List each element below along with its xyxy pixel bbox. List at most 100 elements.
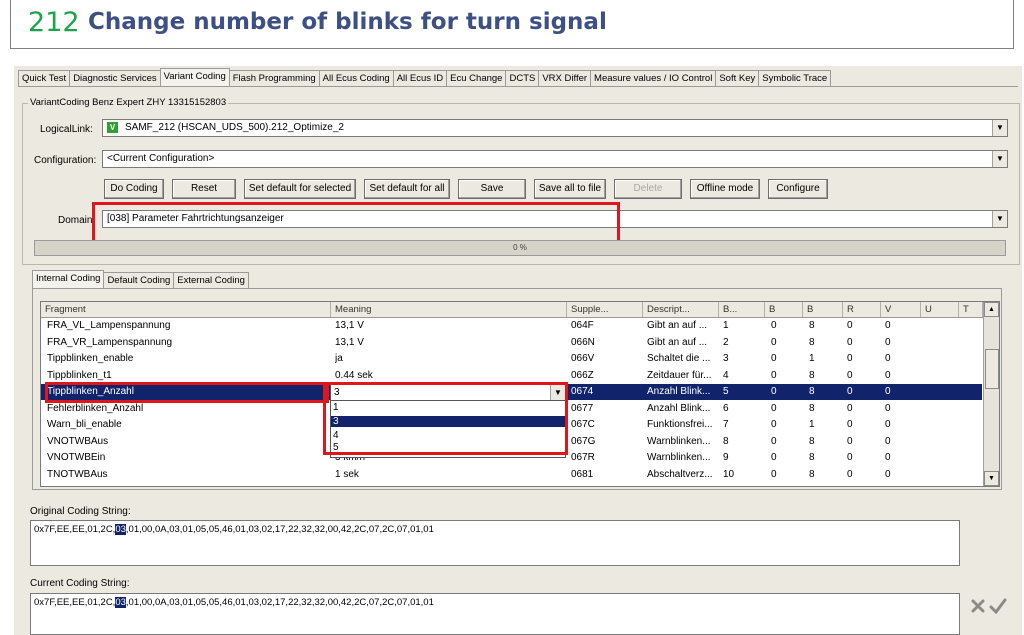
table-cell: 0 [847,435,853,447]
column-header-b3[interactable]: B [803,302,843,317]
tab-quick-test[interactable]: Quick Test [18,70,71,87]
table-cell: 0 [771,402,777,414]
table-cell: 0 [771,353,777,364]
main-tabs: Quick Test Diagnostic Services Variant C… [18,68,832,87]
grid-scrollbar[interactable]: ▲ ▼ [983,302,999,486]
column-header-description[interactable]: Descript... [643,302,719,317]
tab-diagnostic-services[interactable]: Diagnostic Services [69,70,161,87]
scroll-thumb[interactable] [985,349,999,389]
tab-soft-key[interactable]: Soft Key [715,70,760,87]
table-cell: 8 [809,320,815,331]
table-cell: 0 [771,419,777,430]
tab-measure-values[interactable]: Measure values / IO Control [590,70,717,87]
table-cell: 1 [809,353,815,364]
table-cell: 10 [723,468,735,480]
table-cell: 7 [723,419,729,430]
x-icon[interactable] [970,598,986,614]
column-header-b1[interactable]: B... [719,302,765,317]
table-cell: FRA_VL_Lampenspannung [47,320,171,331]
save-button[interactable]: Save [458,179,526,199]
chevron-down-icon[interactable]: ▼ [992,151,1007,167]
table-cell: 066N [571,336,595,348]
current-coding-highlight: 03 [115,597,126,608]
table-cell: 0681 [571,468,594,480]
table-cell: 8 [723,435,729,447]
chevron-down-icon[interactable]: ▼ [992,211,1007,227]
table-cell: 0 [847,320,853,331]
configuration-label: Configuration: [34,155,97,166]
logical-link-select[interactable]: V SAMF_212 (HSCAN_UDS_500).212_Optimize_… [102,119,1008,137]
scroll-down-icon[interactable]: ▼ [984,471,999,486]
tab-default-coding[interactable]: Default Coding [103,272,175,288]
tab-symbolic-trace[interactable]: Symbolic Trace [758,70,832,87]
table-cell: 067C [571,419,595,430]
group-title: VariantCoding Benz Expert ZHY 1331515280… [28,97,229,108]
tab-all-ecus-coding[interactable]: All Ecus Coding [318,70,394,87]
set-default-all-button[interactable]: Set default for all [364,179,450,199]
column-header-fragment[interactable]: Fragment [41,302,331,317]
table-cell: 1 sek [335,468,359,480]
tab-flash-programming[interactable]: Flash Programming [228,70,320,87]
table-cell: 5 [723,386,729,397]
configuration-select[interactable]: <Current Configuration> ▼ [102,150,1008,168]
tab-variant-coding[interactable]: Variant Coding [159,68,230,87]
tab-vrx-differ[interactable]: VRX Differ [538,70,592,87]
table-cell: 8 [809,386,815,397]
column-header-b2[interactable]: B [765,302,803,317]
original-coding-string: 0x7F,EE,EE,01,2C,03,01,00,0A,03,01,05,05… [30,520,960,566]
table-row[interactable]: FRA_VL_Lampenspannung 13,1 V 064F Gibt an a… [41,318,982,334]
table-cell: 0 [771,336,777,348]
tab-ecu-change[interactable]: Ecu Change [446,70,507,87]
variant-badge-icon: V [107,122,118,133]
table-cell: 8 [809,369,815,381]
column-header-meaning[interactable]: Meaning [331,302,567,317]
set-default-selected-button[interactable]: Set default for selected [244,179,356,199]
table-row[interactable]: TNOTWBAus 1 sek 0681 Abschaltverz... 10 0 8 0 0 [41,467,982,483]
save-all-to-file-button[interactable]: Save all to file [534,179,606,199]
table-cell: 0 [847,336,853,348]
table-cell: 066V [571,353,595,364]
table-cell: 0 [885,369,891,381]
table-cell: 9 [723,452,729,463]
table-cell: 0674 [571,386,594,397]
offline-mode-button[interactable]: Offline mode [690,179,760,199]
table-cell: 0 [847,369,853,381]
scroll-up-icon[interactable]: ▲ [984,302,999,317]
column-header-t[interactable]: T [959,302,983,317]
column-header-v[interactable]: V [881,302,921,317]
check-icon[interactable] [989,597,1007,615]
tab-internal-coding[interactable]: Internal Coding [32,270,105,288]
table-cell: 2 [723,336,729,348]
tab-external-coding[interactable]: External Coding [173,272,249,288]
chevron-down-icon[interactable]: ▼ [992,120,1007,136]
table-cell: 13,1 V [335,336,364,348]
header-number: 212 [28,7,80,38]
table-cell: Abschaltverz... [647,468,713,480]
tab-all-ecus-id[interactable]: All Ecus ID [392,70,448,87]
tab-dcts[interactable]: DCTS [505,70,540,87]
do-coding-button[interactable]: Do Coding [104,179,164,199]
table-cell: TNOTWBAus [47,468,108,480]
table-cell: 0 [885,320,891,331]
table-cell: 0 [847,468,853,480]
table-row[interactable]: Tippblinken_enable ja 066V Schaltet die ...… [41,351,982,367]
original-coding-after: ,01,00,0A,03,01,05,05,46,01,03,02,17,22,… [125,524,434,535]
table-cell: 8 [809,336,815,348]
current-coding-before: 0x7F,EE,EE,01,2C, [34,597,116,608]
configuration-value: <Current Configuration> [107,153,215,164]
current-coding-string[interactable]: 0x7F,EE,EE,01,2C,03,01,00,0A,03,01,05,05… [30,593,960,635]
column-header-r[interactable]: R [843,302,881,317]
table-cell: 0 [885,435,891,447]
table-row[interactable]: FRA_VR_Lampenspannung 13,1 V 066N Gibt an a… [41,335,982,351]
reset-button[interactable]: Reset [172,179,236,199]
configure-button[interactable]: Configure [768,179,828,199]
table-cell: 8 [809,402,815,414]
table-cell: Anzahl Blink... [647,386,711,397]
column-header-supplement[interactable]: Supple... [567,302,643,317]
delete-button[interactable]: Delete [614,179,682,199]
table-cell: Tippblinken_enable [47,353,134,364]
column-header-u[interactable]: U [921,302,959,317]
table-cell: 0 [847,452,853,463]
table-cell: 3 [723,353,729,364]
grid-header: Fragment Meaning Supple... Descript... B… [41,302,999,318]
